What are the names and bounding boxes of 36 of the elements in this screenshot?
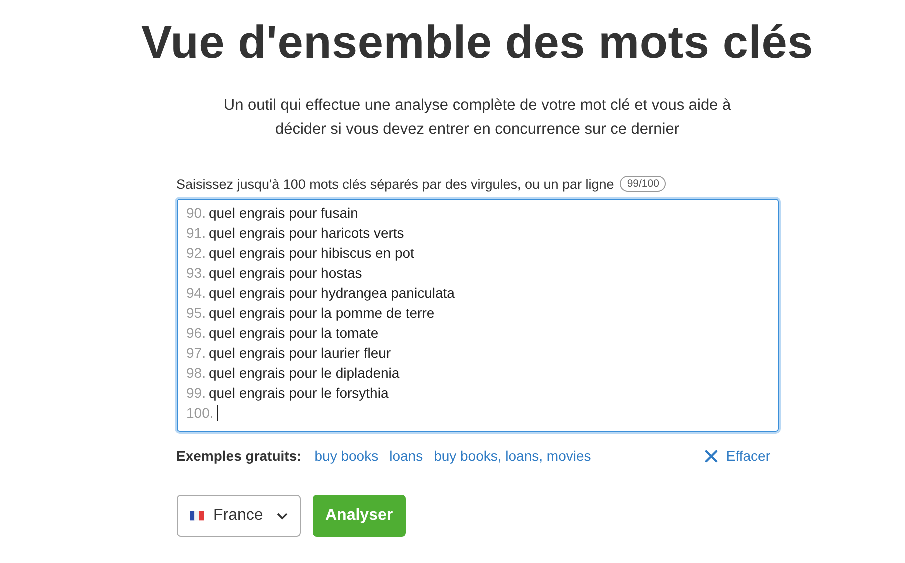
line-number: 93.: [186, 264, 206, 283]
example-link[interactable]: buy books: [314, 448, 379, 464]
line-number: 100.: [186, 404, 214, 423]
examples-label: Exemples gratuits:: [176, 448, 302, 464]
line-number: 92.: [186, 244, 206, 263]
analyze-button[interactable]: Analyser: [312, 495, 406, 537]
keyword-line: quel engrais pour fusain: [208, 204, 358, 223]
keyword-counter: 99/100: [620, 176, 666, 192]
example-link[interactable]: buy books, loans, movies: [434, 448, 592, 464]
example-link[interactable]: loans: [390, 448, 424, 464]
chevron-down-icon: [276, 512, 288, 520]
clear-button[interactable]: Effacer: [705, 448, 770, 464]
keyword-line: quel engrais pour la tomate: [208, 324, 379, 343]
keyword-line: quel engrais pour laurier fleur: [208, 344, 392, 363]
keyword-line: quel engrais pour le dipladenia: [208, 364, 400, 383]
line-number: 98.: [186, 364, 206, 383]
page-title: Vue d'ensemble des mots clés: [141, 15, 814, 70]
keyword-line: quel engrais pour haricots verts: [208, 224, 404, 243]
keyword-line: quel engrais pour hydrangea paniculata: [208, 284, 455, 303]
flag-icon: [190, 511, 204, 521]
input-label: Saisissez jusqu'à 100 mots clés séparés par des virgules, ou un par ligne: [176, 176, 614, 192]
keyword-line: quel engrais pour le forsythia: [208, 384, 389, 403]
line-number: 96.: [186, 324, 206, 343]
page-subtitle: Un outil qui effectue une analyse complète de votre mot clé et vous aide à décider si vous devez entrer en concurrence sur ce dernier: [222, 96, 732, 140]
keyword-line: quel engrais pour hostas: [208, 264, 362, 283]
keyword-line: quel engrais pour la pomme de terre: [208, 304, 435, 323]
close-icon: [705, 450, 718, 462]
line-number: 97.: [186, 344, 206, 363]
line-number: 99.: [186, 384, 206, 403]
keywords-input-field[interactable]: [176, 199, 778, 432]
line-number: 95.: [186, 304, 206, 323]
country-dropdown[interactable]: France: [176, 495, 300, 537]
keyword-line: quel engrais pour hibiscus en pot: [208, 244, 414, 263]
line-number: 91.: [186, 224, 206, 243]
line-number: 94.: [186, 284, 206, 303]
line-number: 90.: [186, 204, 206, 223]
